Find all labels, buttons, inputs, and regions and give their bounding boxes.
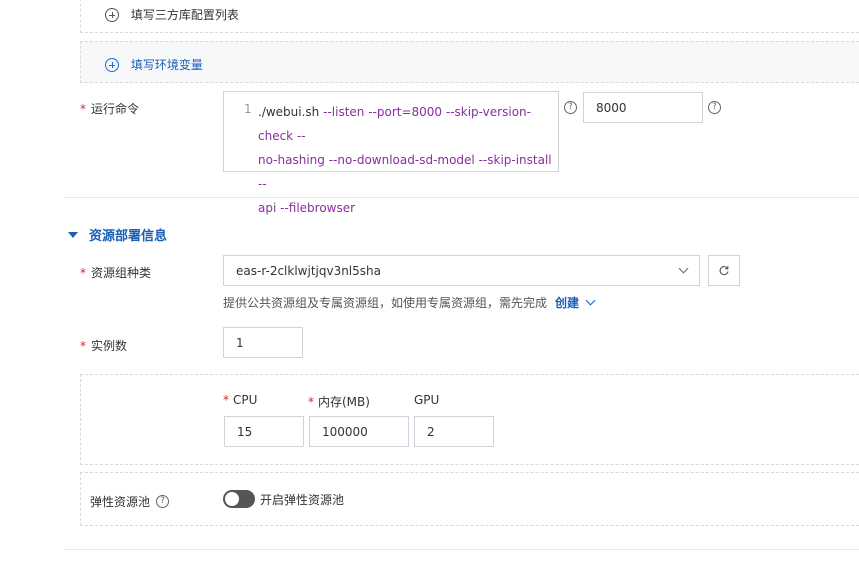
elastic-pool-toggle-group: 开启弹性资源池: [223, 490, 344, 508]
circle-plus-icon: [105, 57, 119, 72]
code-text: ./webui.sh --listen --port=8000 --skip-v…: [258, 100, 558, 220]
add-third-party-label: 填写三方库配置列表: [130, 8, 239, 22]
memory-label: * 内存(MB): [308, 395, 370, 409]
instances-label: * 实例数: [80, 339, 128, 353]
instances-input[interactable]: 1: [223, 327, 303, 358]
run-command-label: * 运行命令: [80, 102, 140, 116]
env-vars-row: 填写环境变量: [80, 41, 859, 83]
question-icon[interactable]: ?: [708, 101, 721, 114]
elastic-pool-label: 弹性资源池: [90, 495, 151, 509]
port-input[interactable]: 8000: [583, 92, 703, 123]
question-icon[interactable]: ?: [564, 101, 577, 114]
add-third-party-button[interactable]: 填写三方库配置列表: [105, 6, 239, 23]
cpu-input[interactable]: 15: [224, 416, 304, 447]
resource-group-hint: 提供公共资源组及专属资源组，如使用专属资源组，需先完成: [223, 296, 548, 310]
circle-plus-icon: [105, 7, 119, 22]
resource-group-hint-row: 提供公共资源组及专属资源组，如使用专属资源组，需先完成 创建: [223, 294, 596, 311]
create-link[interactable]: 创建: [555, 294, 579, 311]
refresh-button[interactable]: [708, 255, 740, 286]
collapse-triangle-icon: [68, 231, 78, 238]
code-line-number: 1: [244, 102, 252, 116]
elastic-pool-toggle-label: 开启弹性资源池: [260, 492, 345, 507]
code-line-3: api --filebrowser: [258, 201, 356, 215]
add-env-vars-label: 填写环境变量: [130, 58, 203, 72]
code-flags-1: --listen --port=8000 --skip-version-chec…: [258, 105, 531, 143]
gpu-input[interactable]: 2: [414, 416, 494, 447]
code-line-1: ./webui.sh --listen --port=8000 --skip-v…: [258, 105, 531, 143]
gpu-label: GPU: [414, 393, 440, 407]
third-party-config-row: 填写三方库配置列表: [80, 0, 859, 33]
resource-spec-box: * CPU 15 * 内存(MB) 100000 GPU 2: [80, 374, 859, 465]
refresh-icon: [719, 265, 729, 275]
chevron-down-icon: [678, 263, 689, 274]
elastic-pool-label-group: 弹性资源池 ?: [90, 493, 170, 510]
memory-input[interactable]: 100000: [309, 416, 409, 447]
bottom-divider: [64, 549, 859, 550]
resource-group-label: * 资源组种类: [80, 266, 152, 280]
elastic-pool-row: 弹性资源池 ? 开启弹性资源池: [80, 472, 859, 526]
code-line-2: no-hashing --no-download-sd-model --skip…: [258, 153, 552, 191]
elastic-pool-toggle[interactable]: [223, 490, 255, 508]
question-icon[interactable]: ?: [156, 495, 170, 508]
resource-section-header[interactable]: 资源部署信息: [68, 225, 167, 244]
resource-group-select[interactable]: eas-r-2clklwjtjqv3nl5sha: [223, 255, 700, 286]
section-divider: [64, 197, 859, 198]
chevron-down-icon[interactable]: [585, 295, 596, 306]
section-title: 资源部署信息: [89, 229, 168, 244]
cpu-label: * CPU: [223, 393, 258, 407]
add-env-vars-button[interactable]: 填写环境变量: [105, 56, 203, 73]
run-command-editor[interactable]: 1 ./webui.sh --listen --port=8000 --skip…: [223, 91, 559, 215]
